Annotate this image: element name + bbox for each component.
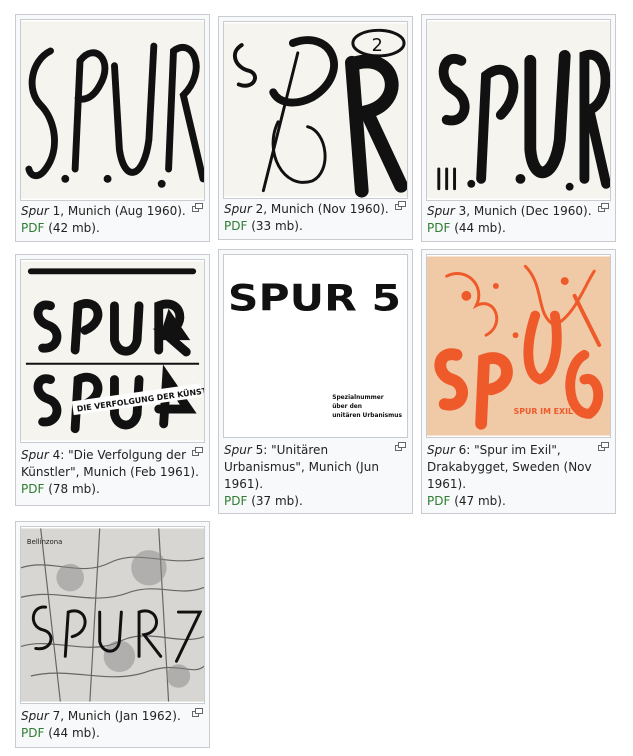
file-size: (37 mb). <box>247 494 303 508</box>
caption-spur-5: Spur 5: "Unitären Urbanismus", Munich (J… <box>224 442 406 510</box>
pdf-link[interactable]: PDF <box>21 726 44 740</box>
spur-5-title: SPUR 5 <box>228 277 401 320</box>
gallery-card-spur-3: Spur 3, Munich (Dec 1960). PDF (44 mb). <box>421 14 616 242</box>
issue-title: Spur <box>427 443 455 457</box>
file-size: (44 mb). <box>44 726 100 740</box>
pdf-link[interactable]: PDF <box>427 494 450 508</box>
gallery-card-spur-1: Spur 1, Munich (Aug 1960). PDF (42 mb). <box>15 14 210 242</box>
spur-1-cover-image[interactable] <box>20 19 205 201</box>
issue-title: Spur <box>224 443 252 457</box>
gallery-card-spur-2: 2 Spur 2, Munich (Nov 1960). PDF (33 mb)… <box>218 16 413 240</box>
issue-title: Spur <box>427 204 455 218</box>
issue-title: Spur <box>21 448 49 462</box>
spur-3-cover-image[interactable] <box>426 19 611 201</box>
spur-6-cover-image[interactable]: SPUR IM EXIL <box>426 254 611 438</box>
spur-5-cover-art: SPUR 5 Spezialnummer über den unitären U… <box>224 256 407 436</box>
pdf-link[interactable]: PDF <box>427 221 450 235</box>
issue-title: Spur <box>224 202 252 216</box>
pdf-link[interactable]: PDF <box>224 219 247 233</box>
spur-7-place-label: Bellinzona <box>27 538 62 546</box>
spur-3-cover-art <box>427 21 610 199</box>
file-size: (33 mb). <box>247 219 303 233</box>
issue-details: 7, Munich (Jan 1962). <box>48 709 181 723</box>
spur-4-cover-image[interactable]: DIE VERFOLGUNG DER KÜNSTLER <box>20 259 205 443</box>
pdf-link[interactable]: PDF <box>21 482 44 496</box>
spur-2-cover-image[interactable]: 2 <box>223 21 408 199</box>
file-size: (42 mb). <box>44 221 100 235</box>
spur-5-cover-image[interactable]: SPUR 5 Spezialnummer über den unitären U… <box>223 254 408 438</box>
spur-7-cover-image[interactable]: Bellinzona <box>20 526 205 704</box>
issue-details: 1, Munich (Aug 1960). <box>48 204 186 218</box>
file-size: (78 mb). <box>44 482 100 496</box>
spur-7-cover-art: Bellinzona <box>21 528 204 702</box>
gallery-card-spur-6: SPUR IM EXIL Spur 6: "Spur im Exil", Dra… <box>421 249 616 514</box>
issue-details: 3, Munich (Dec 1960). <box>454 204 592 218</box>
gallery-card-spur-4: DIE VERFOLGUNG DER KÜNSTLER Spur 4: "Die… <box>15 254 210 506</box>
spur-2-number: 2 <box>372 36 383 56</box>
spur-6-cover-art: SPUR IM EXIL <box>427 256 610 436</box>
spur-5-subtitle-1: Spezialnummer <box>332 395 384 401</box>
caption-spur-4: Spur 4: "Die Verfolgung der Künstler", M… <box>21 447 203 498</box>
issue-title: Spur <box>21 709 49 723</box>
pdf-link[interactable]: PDF <box>224 494 247 508</box>
spur-2-cover-art: 2 <box>224 23 407 198</box>
spur-4-cover-art: DIE VERFOLGUNG DER KÜNSTLER <box>21 261 204 441</box>
pdf-link[interactable]: PDF <box>21 221 44 235</box>
spur-5-subtitle-3: unitären Urbanismus <box>332 413 402 419</box>
gallery-card-spur-7: Bellinzona Spur 7, Munich (Jan 1962). PD… <box>15 521 210 748</box>
issue-title: Spur <box>21 204 49 218</box>
gallery-card-spur-5: SPUR 5 Spezialnummer über den unitären U… <box>218 249 413 514</box>
caption-spur-1: Spur 1, Munich (Aug 1960). PDF (42 mb). <box>21 203 203 237</box>
spur-1-cover-art <box>21 21 204 199</box>
caption-spur-7: Spur 7, Munich (Jan 1962). PDF (44 mb). <box>21 708 203 742</box>
file-size: (47 mb). <box>450 494 506 508</box>
caption-spur-3: Spur 3, Munich (Dec 1960). PDF (44 mb). <box>427 203 609 237</box>
spur-6-exil-text: SPUR IM EXIL <box>514 407 573 416</box>
spur-5-subtitle-2: über den <box>332 404 362 410</box>
caption-spur-6: Spur 6: "Spur im Exil", Drakabygget, Swe… <box>427 442 609 510</box>
file-size: (44 mb). <box>450 221 506 235</box>
caption-spur-2: Spur 2, Munich (Nov 1960). PDF (33 mb). <box>224 201 406 235</box>
issue-details: 2, Munich (Nov 1960). <box>251 202 389 216</box>
